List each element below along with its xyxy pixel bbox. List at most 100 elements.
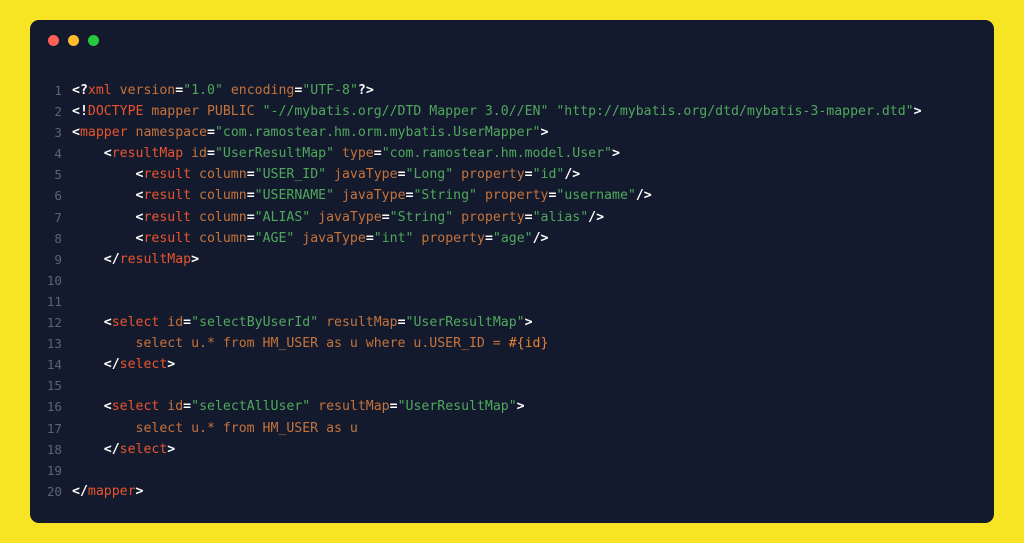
code-line: 17 select u.* from HM_USER as u	[30, 418, 994, 439]
line-source: <resultMap id="UserResultMap" type="com.…	[72, 143, 994, 164]
code-line: 20 </mapper>	[30, 481, 994, 502]
line-number: 17	[46, 420, 62, 436]
token-str: "UserResultMap"	[397, 399, 517, 415]
token-att: javaType	[310, 209, 382, 225]
token-pun: =	[207, 146, 215, 162]
code-line: 3 <mapper namespace="com.ramostear.hm.orm…	[30, 122, 994, 143]
token-pun: =	[524, 167, 533, 183]
code-line: 10	[30, 270, 994, 291]
token-tag: mapper	[79, 125, 128, 141]
token-tag: result	[143, 188, 192, 204]
token-tag: xml	[87, 83, 112, 98]
close-button-icon[interactable]	[48, 35, 59, 46]
token-tag: mapper	[87, 483, 136, 499]
token-pun: >	[167, 441, 176, 457]
code-editor[interactable]: 1 <?xml version="1.0" encoding="UTF-8"?> 2…	[30, 58, 994, 502]
token-pun: </	[72, 483, 88, 499]
code-line: 18 </select>	[30, 439, 994, 460]
token-pun: />	[635, 188, 652, 204]
line-number: 8	[54, 230, 62, 246]
line-source: <!DOCTYPE mapper PUBLIC "-//mybatis.org/…	[72, 101, 994, 122]
line-number: 6	[54, 188, 62, 204]
token-str: "username"	[556, 188, 636, 204]
line-number: 12	[46, 315, 62, 331]
line-source: <result column="USERNAME" javaType="Stri…	[72, 185, 994, 206]
line-number: 16	[46, 399, 62, 415]
token-pun: >	[913, 104, 922, 120]
token-att: property	[453, 167, 525, 183]
token-att: id	[159, 315, 184, 331]
token-pun: =	[389, 399, 398, 415]
token-att: javaType	[334, 188, 406, 204]
line-number: 1	[54, 83, 62, 98]
code-line: 16 <select id="selectAllUser" resultMap=…	[30, 396, 994, 417]
maximize-button-icon[interactable]	[88, 35, 99, 46]
token-att: mapper PUBLIC	[143, 104, 263, 120]
token-txt: select u.* from HM_USER as u	[72, 420, 358, 436]
token-pun: =	[381, 209, 390, 225]
token-str: "USER_ID"	[254, 167, 327, 183]
line-source	[72, 291, 994, 312]
token-pun: <?	[72, 83, 88, 98]
token-att: column	[191, 188, 247, 204]
token-pun: =	[246, 167, 255, 183]
token-str: "UserResultMap"	[214, 146, 335, 162]
minimize-button-icon[interactable]	[68, 35, 79, 46]
token-pun: =	[246, 230, 255, 246]
code-line: 6 <result column="USERNAME" javaType="St…	[30, 185, 994, 206]
line-source: </mapper>	[72, 481, 994, 502]
token-pun: >	[167, 357, 176, 373]
token-pun: =	[183, 315, 192, 331]
token-str: "AGE"	[254, 230, 295, 246]
token-att: encoding	[222, 83, 295, 98]
line-source: select u.* from HM_USER as u where u.USE…	[72, 333, 994, 354]
token-pun: />	[588, 209, 605, 225]
token-str: "UTF-8"	[302, 83, 358, 98]
line-source: <result column="AGE" javaType="int" prop…	[72, 228, 994, 249]
token-pun: =	[484, 230, 493, 246]
token-tag: resultMap	[111, 146, 184, 162]
token-str: "alias"	[532, 209, 589, 225]
token-tag: DOCTYPE	[87, 104, 144, 120]
line-source: <select id="selectByUserId" resultMap="U…	[72, 312, 994, 333]
token-str: "age"	[492, 230, 533, 246]
token-pun: =	[175, 83, 184, 98]
token-att: type	[334, 146, 374, 162]
token-str: "int"	[373, 230, 414, 246]
line-number: 4	[54, 146, 62, 162]
token-pun: <	[72, 146, 112, 162]
line-source: </select>	[72, 439, 994, 460]
token-tag: select	[111, 399, 160, 415]
line-source	[72, 460, 994, 481]
code-line: 1 <?xml version="1.0" encoding="UTF-8"?>	[30, 80, 994, 101]
token-str: "Long"	[405, 167, 454, 183]
line-number: 19	[46, 462, 62, 478]
token-pun: =	[365, 230, 374, 246]
code-line: 5 <result column="USER_ID" javaType="Lon…	[30, 164, 994, 185]
token-att: version	[111, 83, 176, 98]
token-str: "selectAllUser"	[191, 399, 311, 415]
token-pun: =	[397, 315, 406, 331]
token-att: property	[453, 209, 525, 225]
line-source: <?xml version="1.0" encoding="UTF-8"?>	[72, 80, 994, 101]
token-tag: result	[143, 209, 192, 225]
line-number: 18	[46, 441, 62, 457]
token-pun: >	[524, 315, 533, 331]
token-pun: </	[72, 251, 120, 267]
line-number: 5	[54, 167, 62, 183]
token-pun: <	[72, 315, 112, 331]
token-att: javaType	[326, 167, 398, 183]
token-pun: =	[524, 209, 533, 225]
token-pun: </	[72, 357, 120, 373]
token-str: "com.ramostear.hm.model.User"	[381, 146, 612, 162]
token-att: column	[191, 209, 247, 225]
token-pun: =	[246, 209, 255, 225]
token-tag: result	[143, 167, 192, 183]
code-line: 7 <result column="ALIAS" javaType="Strin…	[30, 207, 994, 228]
token-str: "id"	[532, 167, 565, 183]
line-number: 20	[46, 483, 62, 499]
token-pun: <	[72, 399, 112, 415]
token-att: resultMap	[318, 315, 398, 331]
line-source: <select id="selectAllUser" resultMap="Us…	[72, 396, 994, 417]
line-number: 10	[46, 272, 62, 288]
